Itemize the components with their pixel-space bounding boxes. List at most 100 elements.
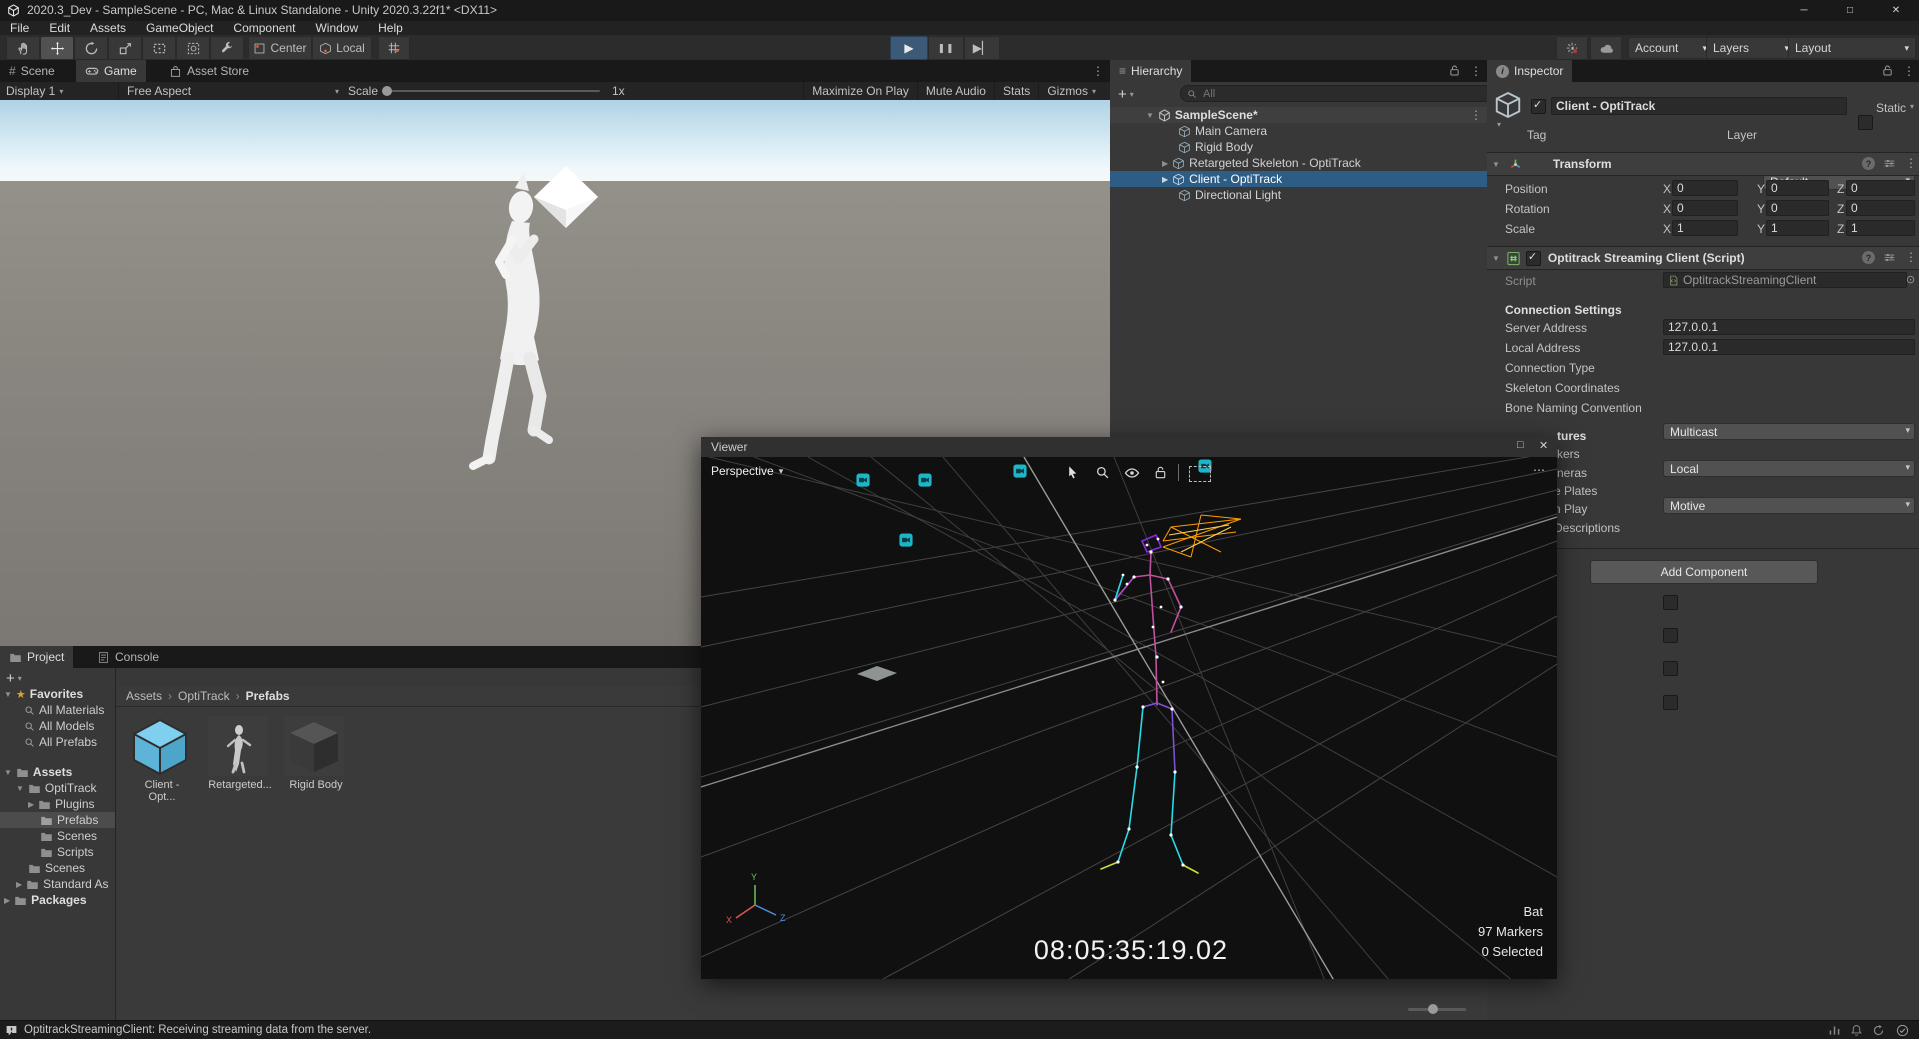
maximize-button[interactable] <box>1827 0 1873 21</box>
object-picker-icon[interactable] <box>1906 273 1915 286</box>
foldout-closed-icon[interactable] <box>1162 159 1168 168</box>
scale-y-field[interactable] <box>1766 220 1829 236</box>
tab-console[interactable]: Console <box>88 646 168 668</box>
play-button[interactable] <box>890 36 928 60</box>
collab-activity-icon[interactable] <box>1828 1024 1841 1037</box>
notifications-bell-icon[interactable] <box>1850 1024 1863 1037</box>
scale-tool-button[interactable] <box>108 36 142 60</box>
gizmos-dropdown[interactable]: Gizmos <box>1038 82 1104 100</box>
hierarchy-create-button[interactable] <box>1118 86 1134 103</box>
pause-button[interactable] <box>928 36 964 60</box>
thumbnail-zoom-slider-handle[interactable] <box>1428 1004 1438 1014</box>
hierarchy-item-rigid-body[interactable]: Rigid Body <box>1110 139 1487 155</box>
status-bar[interactable]: OptitrackStreamingClient: Receiving stre… <box>0 1020 1919 1039</box>
rotation-y-field[interactable] <box>1766 200 1829 216</box>
position-z-field[interactable] <box>1846 180 1915 196</box>
step-button[interactable] <box>964 36 1000 60</box>
menu-window[interactable]: Window <box>305 21 368 35</box>
status-message[interactable]: OptitrackStreamingClient: Receiving stre… <box>24 1021 371 1039</box>
rotation-x-field[interactable] <box>1672 200 1738 216</box>
rotation-z-field[interactable] <box>1846 200 1915 216</box>
game-panel-menu-icon[interactable] <box>1092 64 1104 78</box>
hierarchy-search[interactable] <box>1180 85 1494 102</box>
favorites-row[interactable]: Favorites <box>0 686 115 702</box>
breadcrumb-optitrack[interactable]: OptiTrack <box>178 689 230 703</box>
foldout-open-icon[interactable] <box>1146 111 1154 120</box>
tab-hierarchy[interactable]: Hierarchy <box>1110 60 1191 82</box>
hand-tool-button[interactable] <box>6 36 40 60</box>
foldout-open-icon[interactable] <box>1492 254 1500 263</box>
viewer-maximize-icon[interactable] <box>1517 439 1524 451</box>
skeleton-coordinates-dropdown[interactable]: Local <box>1663 460 1915 477</box>
scale-z-field[interactable] <box>1846 220 1915 236</box>
viewer-more-icon[interactable] <box>1533 463 1545 477</box>
active-checkbox[interactable] <box>1531 99 1546 114</box>
tab-game[interactable]: Game <box>76 60 146 82</box>
asset-retargeted[interactable]: Retargeted... <box>208 716 272 791</box>
maximize-on-play-toggle[interactable]: Maximize On Play <box>803 82 917 100</box>
select-cursor-icon[interactable] <box>1065 465 1080 480</box>
inspector-menu-icon[interactable] <box>1903 64 1915 78</box>
scale-x-field[interactable] <box>1672 220 1738 236</box>
viewer-viewport[interactable]: Y X Z Perspective 08:05:35:19.02 Bat 97 … <box>701 457 1557 979</box>
tree-standard-assets[interactable]: Standard As <box>0 876 115 892</box>
cloud-button[interactable] <box>1590 36 1622 60</box>
component-menu-icon[interactable] <box>1905 250 1917 264</box>
menu-help[interactable]: Help <box>368 21 413 35</box>
close-button[interactable] <box>1873 0 1919 21</box>
foldout-closed-icon[interactable] <box>1162 175 1168 184</box>
hierarchy-item-retargeted-skeleton[interactable]: Retargeted Skeleton - OptiTrack <box>1110 155 1487 171</box>
pivot-toggle-button[interactable]: Center <box>248 36 312 60</box>
lock-icon[interactable] <box>1881 64 1894 77</box>
breadcrumb-assets[interactable]: Assets <box>126 689 162 703</box>
transform-tool-button[interactable] <box>176 36 210 60</box>
stats-toggle[interactable]: Stats <box>994 82 1038 100</box>
tree-assets[interactable]: Assets <box>0 764 115 780</box>
display-dropdown[interactable]: Display 1 <box>6 82 63 100</box>
tree-optitrack[interactable]: OptiTrack <box>0 780 115 796</box>
presets-icon[interactable] <box>1883 251 1896 264</box>
project-create-button[interactable] <box>6 670 22 687</box>
projection-dropdown[interactable]: Perspective <box>711 464 783 478</box>
scale-slider-handle[interactable] <box>382 86 392 96</box>
lock-icon[interactable] <box>1448 64 1461 77</box>
favorite-all-prefabs[interactable]: All Prefabs <box>0 734 115 750</box>
viewer-close-icon[interactable] <box>1539 439 1548 452</box>
server-address-field[interactable] <box>1663 319 1915 335</box>
tab-scene[interactable]: Scene <box>0 60 64 82</box>
menu-edit[interactable]: Edit <box>39 21 80 35</box>
local-address-field[interactable] <box>1663 339 1915 355</box>
help-icon[interactable]: ? <box>1862 251 1875 264</box>
unity-services-button[interactable] <box>1556 36 1588 60</box>
position-y-field[interactable] <box>1766 180 1829 196</box>
grid-snap-button[interactable] <box>378 36 410 60</box>
occluded-checkbox[interactable] <box>1663 595 1678 610</box>
tab-project[interactable]: Project <box>0 646 73 668</box>
hierarchy-item-directional-light[interactable]: Directional Light <box>1110 187 1487 203</box>
add-component-button[interactable]: Add Component <box>1590 560 1818 584</box>
static-checkbox[interactable] <box>1858 115 1873 130</box>
move-tool-button[interactable] <box>40 36 74 60</box>
occluded-checkbox[interactable] <box>1663 695 1678 710</box>
presets-icon[interactable] <box>1883 157 1896 170</box>
tree-plugins[interactable]: Plugins <box>0 796 115 812</box>
aspect-dropdown[interactable]: Free Aspect <box>118 82 339 100</box>
hierarchy-item-main-camera[interactable]: Main Camera <box>1110 123 1487 139</box>
rect-tool-button[interactable] <box>142 36 176 60</box>
transform-header[interactable]: Transform ? <box>1487 152 1919 176</box>
breadcrumb-prefabs[interactable]: Prefabs <box>246 689 290 703</box>
connection-type-dropdown[interactable]: Multicast <box>1663 423 1915 440</box>
minimize-button[interactable] <box>1781 0 1827 21</box>
layout-dropdown[interactable]: Layout <box>1788 37 1916 59</box>
tree-prefabs-selected[interactable]: Prefabs <box>0 812 115 828</box>
zoom-magnifier-icon[interactable] <box>1095 465 1110 480</box>
lock-icon[interactable] <box>1153 465 1168 480</box>
script-component-header[interactable]: Optitrack Streaming Client (Script) ? <box>1487 246 1919 270</box>
window-titlebar[interactable]: 2020.3_Dev - SampleScene - PC, Mac & Lin… <box>0 0 1919 21</box>
eye-icon[interactable] <box>1124 465 1140 481</box>
custom-tool-button[interactable] <box>210 36 244 60</box>
occluded-checkbox[interactable] <box>1663 661 1678 676</box>
mute-audio-toggle[interactable]: Mute Audio <box>917 82 994 100</box>
bone-naming-dropdown[interactable]: Motive <box>1663 497 1915 514</box>
menu-file[interactable]: File <box>0 21 39 35</box>
